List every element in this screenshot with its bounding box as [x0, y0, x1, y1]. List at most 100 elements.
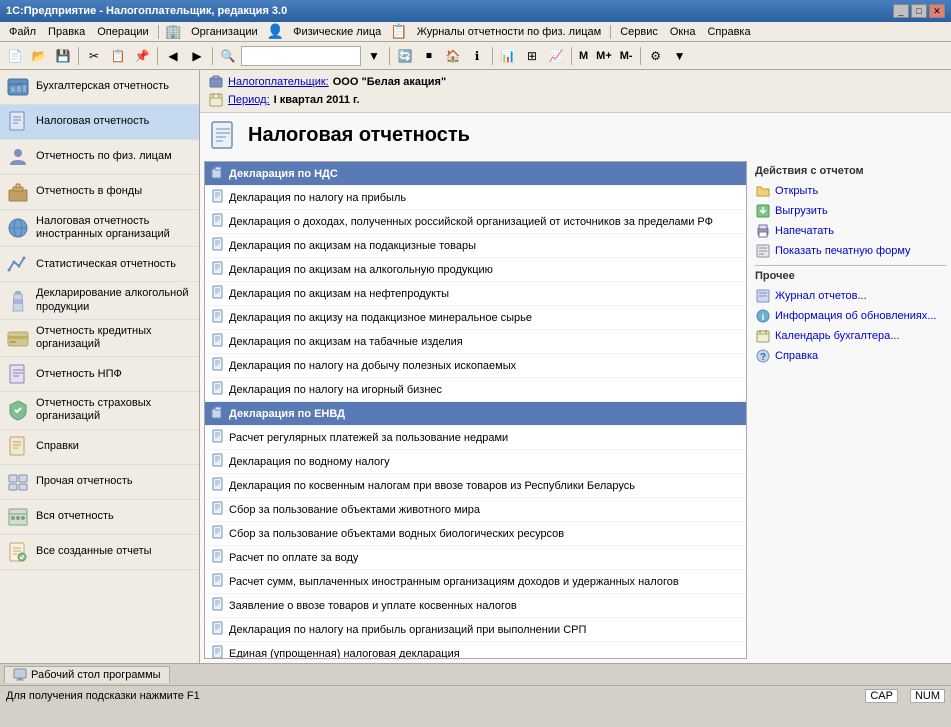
action-open[interactable]: Открыть — [755, 181, 947, 201]
sidebar-item-stat[interactable]: Статистическая отчетность — [0, 247, 199, 282]
org-label-link[interactable]: Налогоплательщик: — [228, 76, 329, 88]
doc-icon — [211, 309, 225, 326]
doc-icon — [211, 213, 225, 230]
menu-service[interactable]: Сервис — [615, 25, 663, 39]
tb-dropdown[interactable]: ▼ — [669, 45, 691, 67]
list-item[interactable]: Декларация по акцизам на нефтепродукты — [205, 282, 746, 306]
menu-journals[interactable]: Журналы отчетности по физ. лицам — [412, 25, 607, 39]
desktop-tab-icon — [13, 668, 27, 682]
tb-cut[interactable]: ✂ — [83, 45, 105, 67]
funds-icon — [6, 180, 30, 204]
tb-save[interactable]: 💾 — [52, 45, 74, 67]
list-item[interactable]: Расчет сумм, выплаченных иностранным орг… — [205, 570, 746, 594]
tb-refresh[interactable]: 🔄 — [394, 45, 416, 67]
list-item-text: Декларация по НДС — [229, 168, 338, 180]
tb-copy[interactable]: 📋 — [107, 45, 129, 67]
list-item[interactable]: Декларация по НДС — [205, 162, 746, 186]
action-printform[interactable]: Показать печатную форму — [755, 241, 947, 261]
sidebar-item-tax[interactable]: Налоговая отчетность — [0, 105, 199, 140]
tb-grid[interactable]: ⊞ — [521, 45, 543, 67]
sidebar-item-credit[interactable]: Отчетность кредитных организаций — [0, 320, 199, 357]
tb-extra[interactable]: ⚙ — [645, 45, 667, 67]
tb-open[interactable]: 📂 — [28, 45, 50, 67]
list-item[interactable]: Декларация по налогу на игорный бизнес — [205, 378, 746, 402]
tb-search-go[interactable]: ▼ — [363, 45, 385, 67]
tb-forward[interactable]: ▶ — [186, 45, 208, 67]
title-bar-text: 1С:Предприятие - Налогоплательщик, редак… — [6, 5, 287, 17]
bottom-tab-desktop[interactable]: Рабочий стол программы — [4, 666, 170, 683]
menu-phys[interactable]: Физические лица — [288, 25, 386, 39]
action-print[interactable]: Напечатать — [755, 221, 947, 241]
tax-icon — [6, 110, 30, 134]
menu-help[interactable]: Справка — [702, 25, 755, 39]
sidebar-item-created[interactable]: Все созданные отчеты — [0, 535, 199, 570]
sidebar-item-phys[interactable]: Отчетность по физ. лицам — [0, 140, 199, 175]
list-item[interactable]: Декларация по ЕНВД — [205, 402, 746, 426]
menu-operations[interactable]: Операции — [92, 25, 153, 39]
list-item[interactable]: Декларация по налогу на добычу полезных … — [205, 354, 746, 378]
doc-icon — [211, 429, 225, 446]
tb-info[interactable]: ℹ — [466, 45, 488, 67]
list-item[interactable]: Сбор за пользование объектами водных био… — [205, 522, 746, 546]
list-item[interactable]: Заявление о ввозе товаров и уплате косве… — [205, 594, 746, 618]
list-item-text: Декларация о доходах, полученных российс… — [229, 216, 713, 228]
tb-new[interactable]: 📄 — [4, 45, 26, 67]
list-item[interactable]: Декларация по налогу на прибыль — [205, 186, 746, 210]
menu-windows[interactable]: Окна — [665, 25, 701, 39]
sidebar-item-all[interactable]: Вся отчетность — [0, 500, 199, 535]
sidebar-item-funds[interactable]: Отчетность в фонды — [0, 175, 199, 210]
list-item-text: Декларация по акцизам на нефтепродукты — [229, 288, 449, 300]
printform-icon — [755, 243, 771, 259]
sidebar-label-created: Все созданные отчеты — [36, 545, 152, 558]
list-item[interactable]: Декларация по акцизам на табачные издели… — [205, 330, 746, 354]
tb-search[interactable]: 🔍 — [217, 45, 239, 67]
doc-icon — [211, 333, 225, 350]
doc-icon — [211, 525, 225, 542]
tb-chart[interactable]: 📈 — [545, 45, 567, 67]
sidebar-item-alcohol[interactable]: Декларирование алкогольной продукции — [0, 282, 199, 319]
minimize-button[interactable]: _ — [893, 4, 909, 18]
list-item[interactable]: Декларация по водному налогу — [205, 450, 746, 474]
other-calendar[interactable]: Календарь бухгалтера... — [755, 326, 947, 346]
other-help[interactable]: ? Справка — [755, 346, 947, 366]
journal-menu-icon: 📋 — [390, 23, 407, 40]
other-updates[interactable]: i Информация об обновлениях... — [755, 306, 947, 326]
list-item[interactable]: Декларация по косвенным налогам при ввоз… — [205, 474, 746, 498]
menu-file[interactable]: Файл — [4, 25, 41, 39]
doc-icon — [211, 597, 225, 614]
title-bar-buttons: _ □ ✕ — [893, 4, 945, 18]
updates-icon: i — [755, 308, 771, 324]
list-item[interactable]: Сбор за пользование объектами животного … — [205, 498, 746, 522]
sidebar-item-accounting[interactable]: Бухгалтерская отчетность — [0, 70, 199, 105]
list-item[interactable]: Декларация по акцизам на алкогольную про… — [205, 258, 746, 282]
sidebar-item-other[interactable]: Прочая отчетность — [0, 465, 199, 500]
list-item[interactable]: Декларация по акцизу на подакцизное мине… — [205, 306, 746, 330]
content-body: Декларация по НДС Декларация по налогу на… — [200, 157, 951, 663]
search-input[interactable] — [241, 46, 361, 66]
close-button[interactable]: ✕ — [929, 4, 945, 18]
tb-paste[interactable]: 📌 — [131, 45, 153, 67]
list-item[interactable]: Единая (упрощенная) налоговая декларация — [205, 642, 746, 659]
action-export[interactable]: Выгрузить — [755, 201, 947, 221]
sidebar-item-foreign[interactable]: Налоговая отчетность иностранных организ… — [0, 210, 199, 247]
sidebar-item-npf[interactable]: Отчетность НПФ — [0, 357, 199, 392]
list-item[interactable]: Расчет регулярных платежей за пользовани… — [205, 426, 746, 450]
period-label-link[interactable]: Период: — [228, 94, 270, 106]
tb-stop[interactable]: ⏹ — [418, 45, 440, 67]
list-item[interactable]: Декларация о доходах, полученных российс… — [205, 210, 746, 234]
menu-edit[interactable]: Правка — [43, 25, 90, 39]
doc-icon — [211, 285, 225, 302]
maximize-button[interactable]: □ — [911, 4, 927, 18]
menu-organizations[interactable]: Организации — [186, 25, 263, 39]
sidebar-item-certs[interactable]: Справки — [0, 430, 199, 465]
tb-table[interactable]: 📊 — [497, 45, 519, 67]
tb-home[interactable]: 🏠 — [442, 45, 464, 67]
list-item[interactable]: Декларация по акцизам на подакцизные тов… — [205, 234, 746, 258]
list-item[interactable]: Расчет по оплате за воду — [205, 546, 746, 570]
sidebar-label-other: Прочая отчетность — [36, 475, 133, 488]
other-journal[interactable]: Журнал отчетов... — [755, 286, 947, 306]
sidebar-item-insurance[interactable]: Отчетность страховых организаций — [0, 392, 199, 429]
tb-back[interactable]: ◀ — [162, 45, 184, 67]
period-line: Период: I квартал 2011 г. — [208, 92, 943, 108]
list-item[interactable]: Декларация по налогу на прибыль организа… — [205, 618, 746, 642]
